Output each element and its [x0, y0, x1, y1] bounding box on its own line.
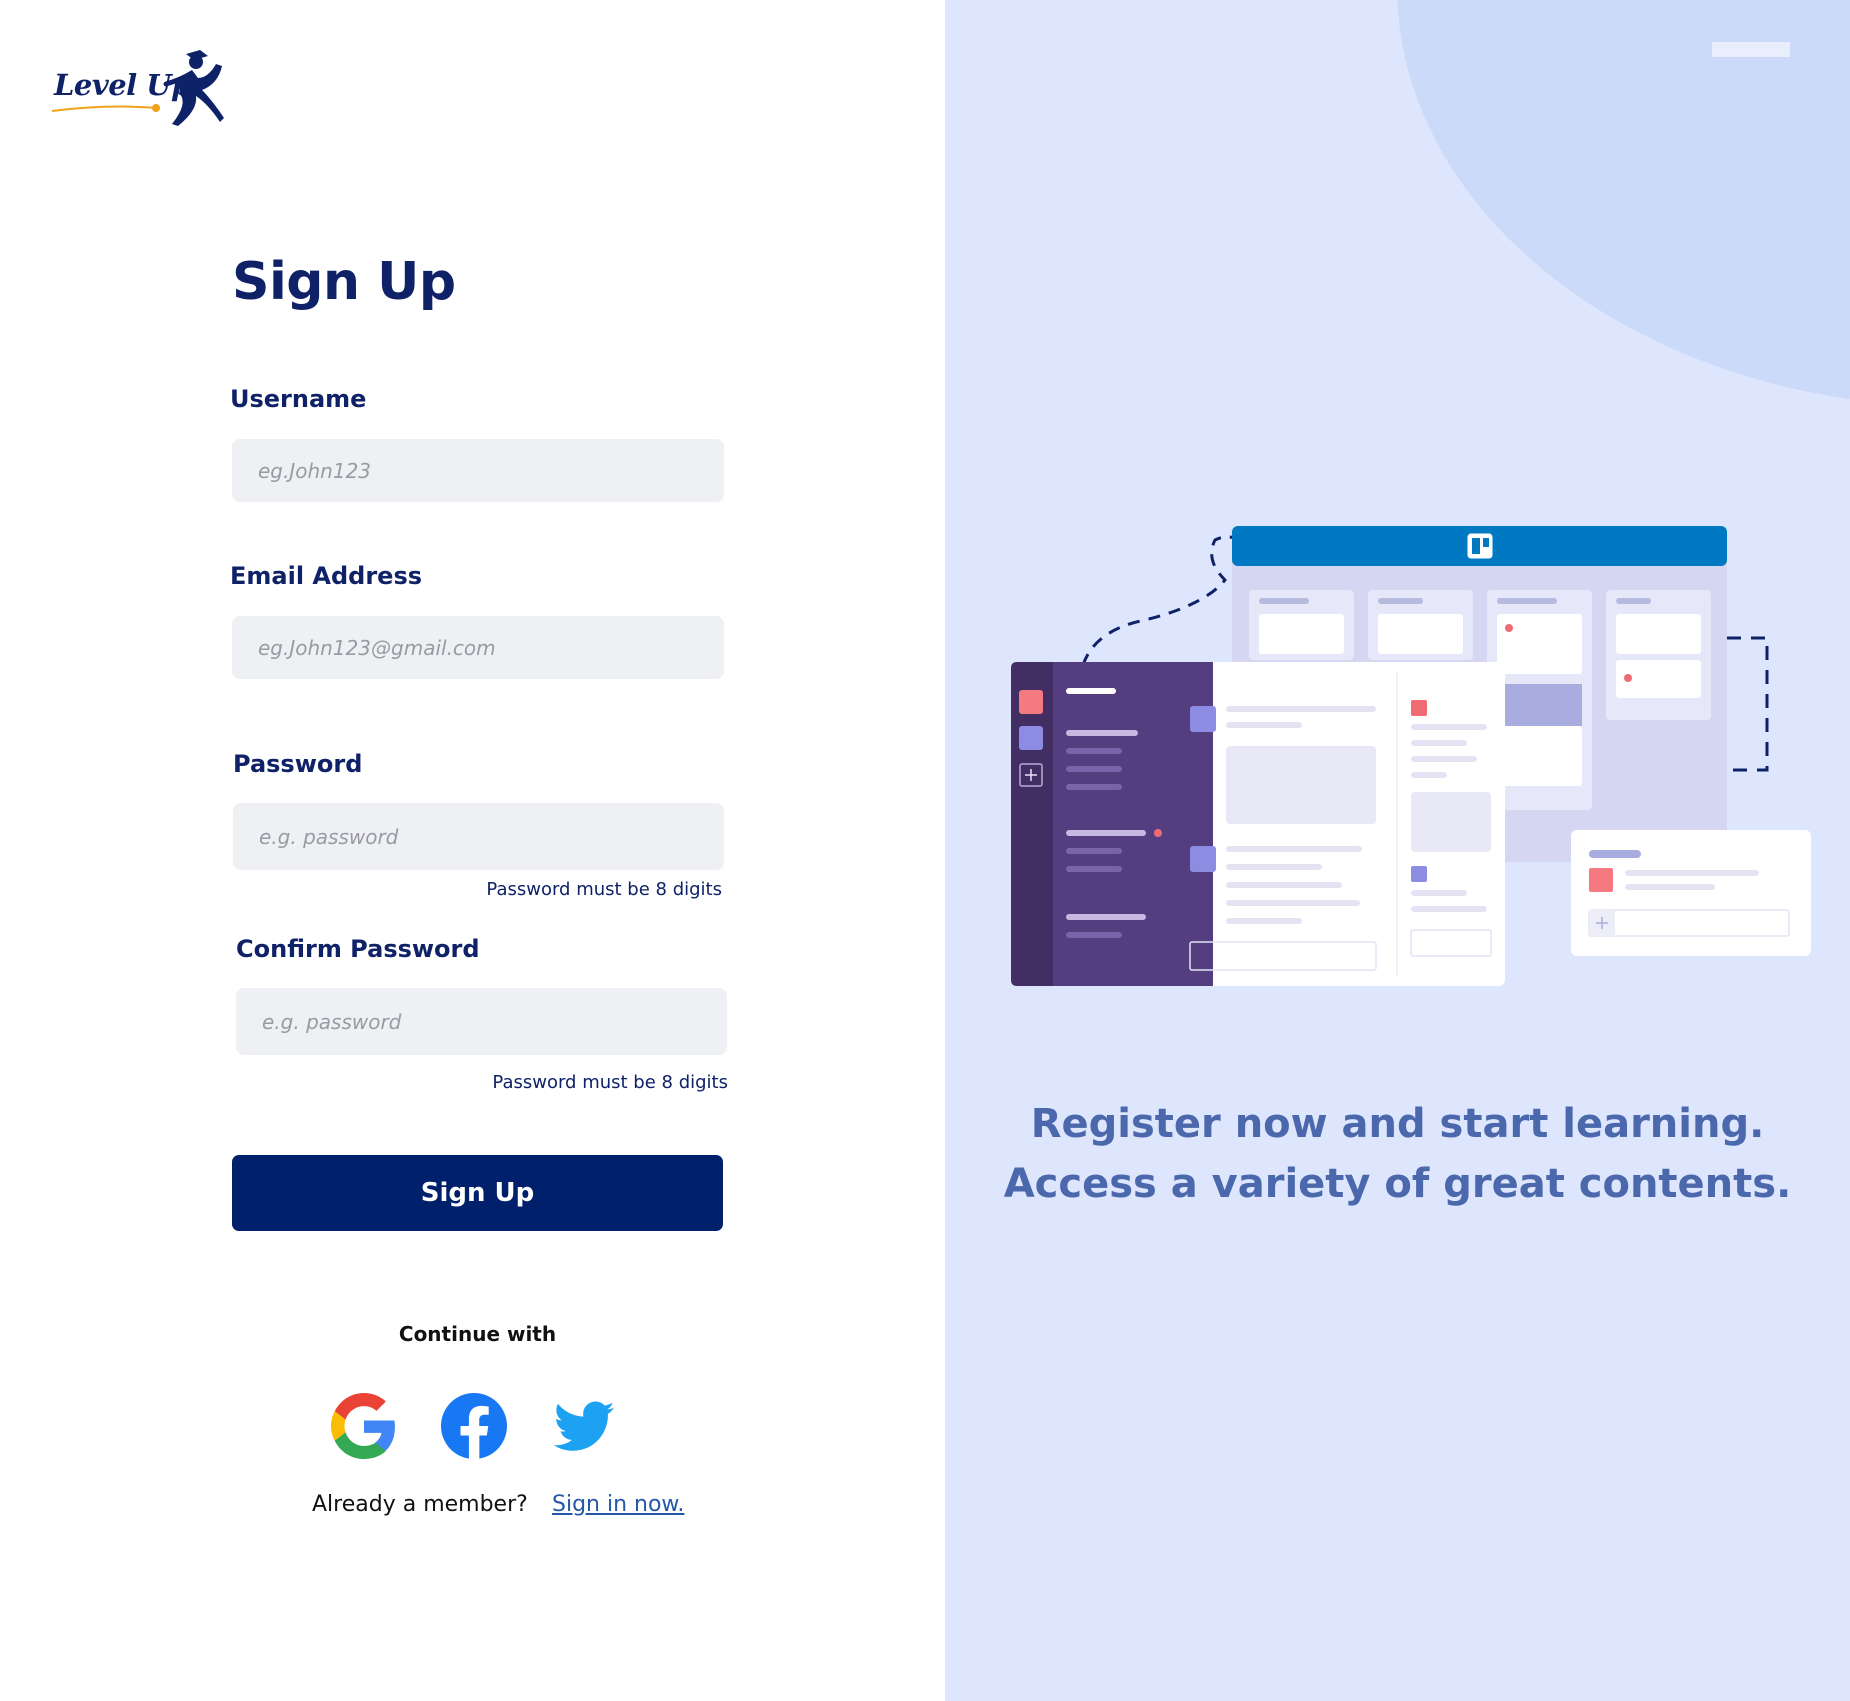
sign-in-link[interactable]: Sign in now. — [552, 1492, 684, 1517]
facebook-icon — [441, 1393, 507, 1460]
email-input[interactable] — [232, 616, 724, 679]
signup-panel: Level Up Sign Up Username Email Address … — [0, 0, 945, 1701]
app-illustration — [1011, 526, 1811, 986]
continue-with-label: Continue with — [398, 1322, 557, 1346]
facebook-button[interactable] — [441, 1393, 507, 1460]
password-hint: Password must be 8 digits — [486, 879, 722, 900]
google-button[interactable] — [331, 1393, 397, 1459]
password-input[interactable] — [233, 803, 724, 870]
promo-panel: Register now and start learning. Access … — [945, 0, 1850, 1701]
username-input[interactable] — [232, 439, 724, 502]
confirm-password-hint: Password must be 8 digits — [492, 1072, 728, 1093]
brand-logo[interactable]: Level Up — [48, 48, 238, 136]
tagline-line-2: Access a variety of great contents. — [1003, 1161, 1792, 1207]
username-label: Username — [230, 385, 367, 413]
decorative-bar — [1712, 42, 1790, 57]
google-icon — [331, 1393, 395, 1459]
twitter-button[interactable] — [551, 1393, 617, 1459]
sign-up-button[interactable]: Sign Up — [232, 1155, 723, 1231]
confirm-password-input[interactable] — [236, 988, 727, 1055]
logo-figure-icon — [51, 50, 224, 126]
decorative-blob — [1397, 0, 1850, 407]
password-label: Password — [233, 750, 363, 778]
confirm-password-label: Confirm Password — [236, 935, 480, 963]
tagline-line-1: Register now and start learning. — [1030, 1101, 1765, 1147]
page-title: Sign Up — [232, 252, 456, 312]
email-label: Email Address — [230, 562, 423, 590]
twitter-icon — [553, 1401, 615, 1451]
already-member-text: Already a member? — [312, 1492, 528, 1517]
